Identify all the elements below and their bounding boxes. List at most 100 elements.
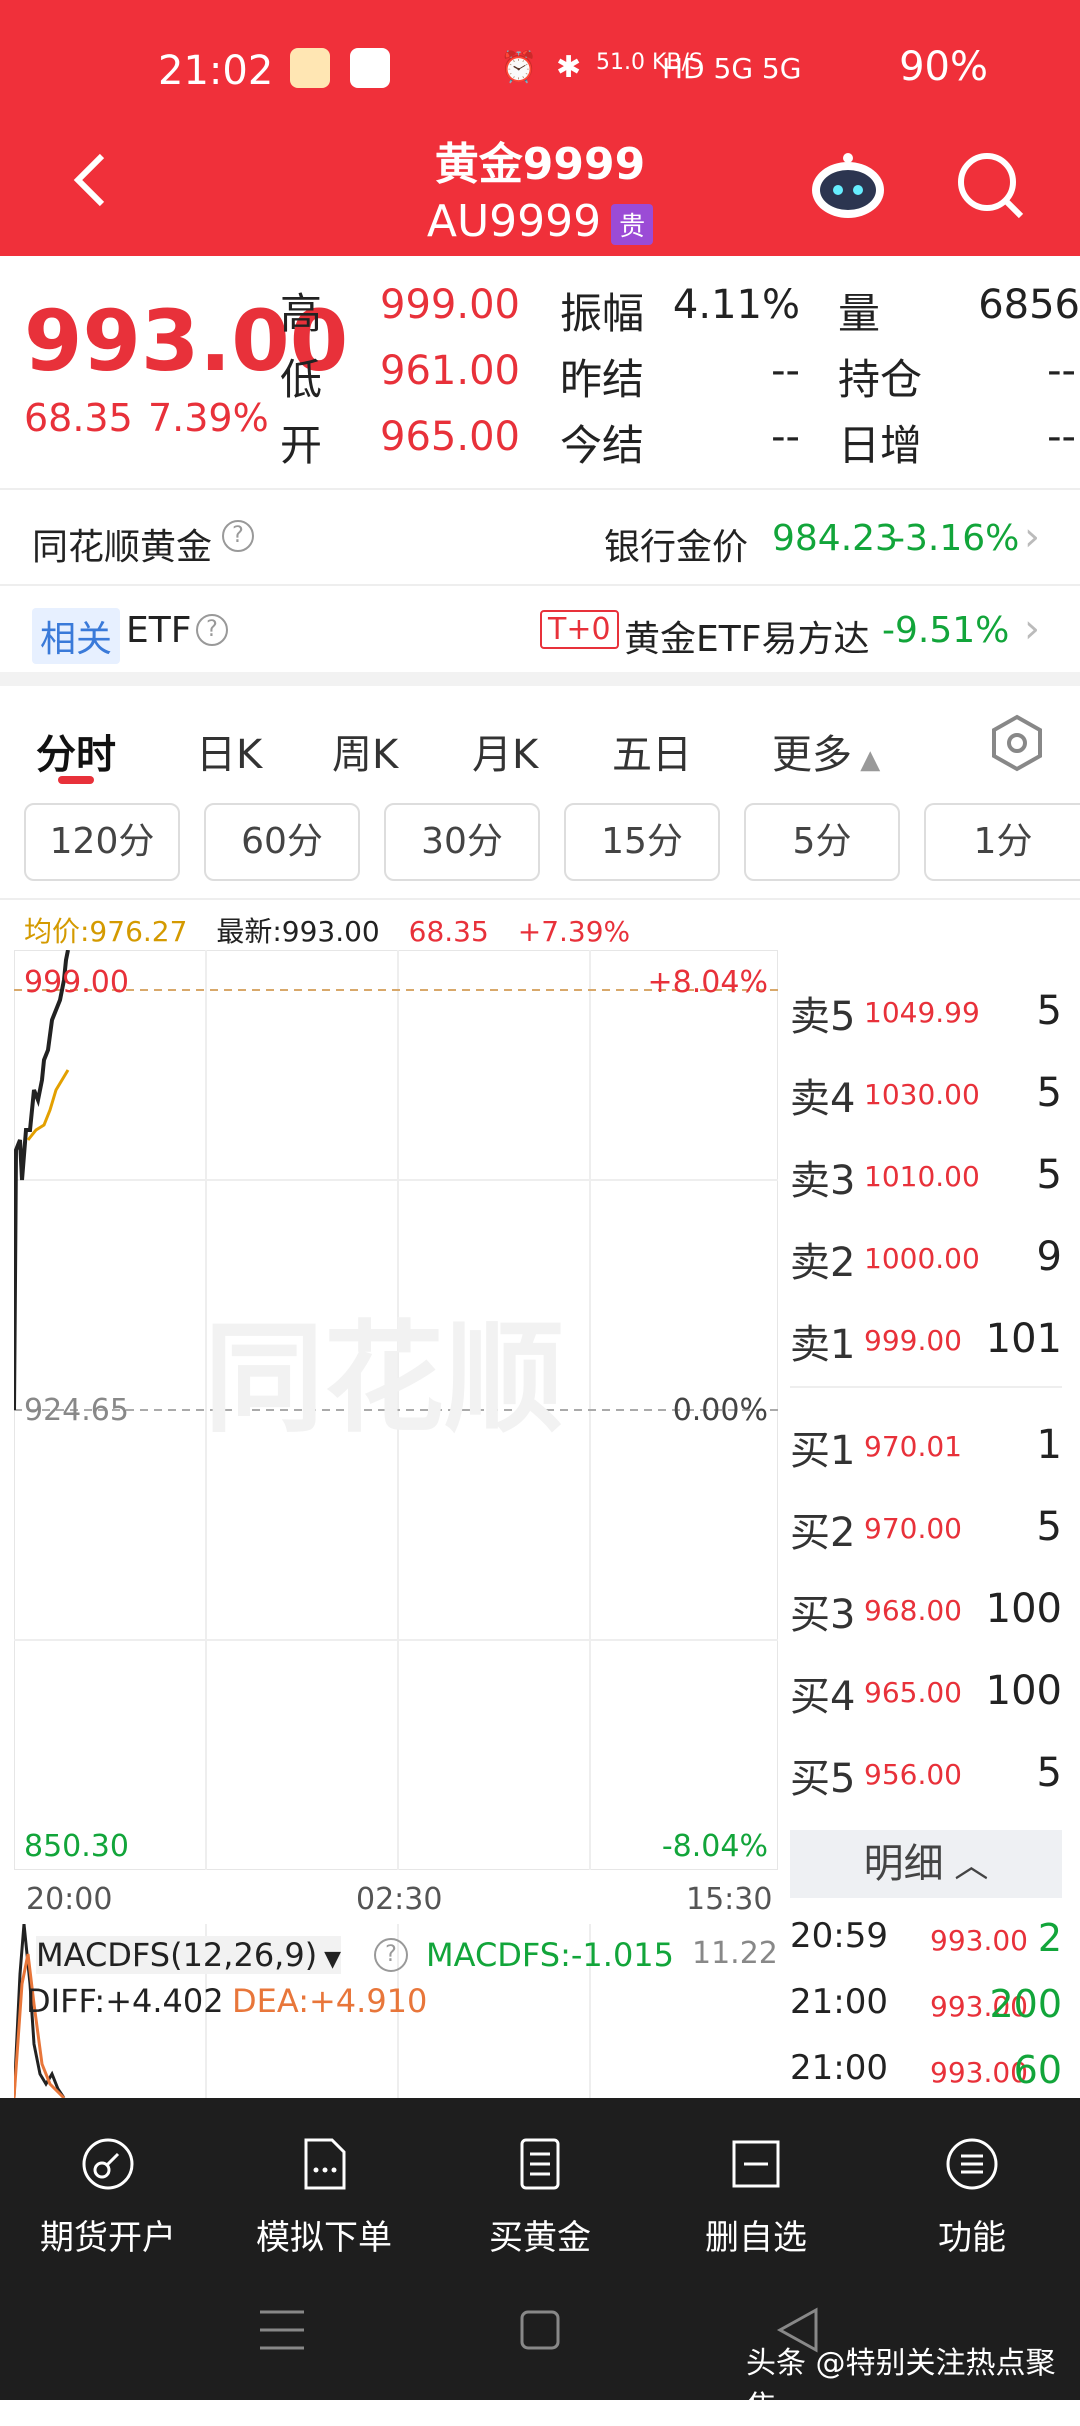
period-30[interactable]: 30分 xyxy=(384,803,540,881)
bid-volume: 5 xyxy=(1036,1504,1062,1550)
day-increase-label: 日增 xyxy=(838,421,923,470)
help-icon[interactable]: ? xyxy=(196,614,228,646)
chart-info-line: 均价:976.27 最新:993.00 68.35 +7.39% xyxy=(24,910,630,950)
tab-monthly-k[interactable]: 月K xyxy=(472,722,538,780)
ask-5[interactable]: 卖5 1049.99 5 xyxy=(790,970,1070,1050)
orderbook-divider xyxy=(790,1386,1062,1388)
low-label: 低 xyxy=(280,355,323,404)
ask-price: 1010.00 xyxy=(864,1160,980,1193)
section-gap xyxy=(0,672,1080,686)
source-watermark: 头条 @特别关注热点聚焦 xyxy=(746,2346,1056,2425)
futures-account-button[interactable]: 期货开户 xyxy=(0,2118,216,2278)
period-15[interactable]: 15分 xyxy=(564,803,720,881)
period-120[interactable]: 120分 xyxy=(24,803,180,881)
intraday-chart[interactable]: 同花顺 999.00 +8.04% 924.65 0.00% 850.30 -8… xyxy=(14,950,778,1870)
etf-row[interactable]: 相关 ETF ? T+0 黄金ETF易方达 -9.51% › xyxy=(0,584,1080,676)
remove-square-icon xyxy=(732,2140,780,2188)
bid-4[interactable]: 买4 965.00 100 xyxy=(790,1650,1070,1730)
bid-label: 买5 xyxy=(790,1756,856,1802)
signal-icons: HD 5G 5G xyxy=(662,52,802,85)
tick-time: 20:59 xyxy=(790,1916,888,1956)
ask-volume: 5 xyxy=(1036,988,1062,1034)
bank-gold-price: 984.23 xyxy=(772,518,898,559)
functions-button[interactable]: 功能 xyxy=(864,2118,1080,2278)
bid-2[interactable]: 买2 970.00 5 xyxy=(790,1486,1070,1566)
status-bar: 21:02 ⏰ ✱ 51.0 KB/S HD 5G 5G 90% xyxy=(0,44,1080,104)
tick-volume: 60 xyxy=(1013,2048,1062,2092)
open-value: 965.00 xyxy=(380,414,520,460)
chart-top-price: 999.00 xyxy=(24,965,129,1000)
chart-bottom-price: 850.30 xyxy=(24,1829,129,1864)
ask-4[interactable]: 卖4 1030.00 5 xyxy=(790,1052,1070,1132)
macd-top-value: 11.22 xyxy=(692,1936,778,1971)
prev-settle-value: -- xyxy=(771,348,800,394)
assistant-robot-icon[interactable] xyxy=(808,150,888,220)
today-settle-value: -- xyxy=(771,414,800,460)
bid-volume: 1 xyxy=(1036,1422,1062,1468)
day-increase-value: -- xyxy=(1047,414,1076,460)
list-document-icon xyxy=(520,2138,560,2190)
macd-value: MACDFS:-1.015 xyxy=(426,1936,675,1974)
bid-1[interactable]: 买1 970.01 1 xyxy=(790,1404,1070,1484)
dropdown-triangle-icon: ▼ xyxy=(317,1947,342,1972)
bid-volume: 100 xyxy=(985,1668,1062,1714)
tab-five-day[interactable]: 五日 xyxy=(612,722,692,780)
amplitude-value: 4.11% xyxy=(672,282,800,328)
category-tag: 贵 xyxy=(611,203,654,245)
nav-label: 期货开户 xyxy=(40,2218,176,2258)
active-tab-indicator xyxy=(58,776,94,784)
bid-price: 968.00 xyxy=(864,1594,962,1627)
tab-weekly-k[interactable]: 周K xyxy=(332,722,398,780)
simulate-order-button[interactable]: 模拟下单 xyxy=(216,2118,432,2278)
ask-1[interactable]: 卖1 999.00 101 xyxy=(790,1298,1070,1378)
chart-tabs: 分时 日K 周K 月K 五日 更多 ▲ xyxy=(0,686,1080,796)
tab-timeshare[interactable]: 分时 xyxy=(36,722,116,780)
bid-5[interactable]: 买5 956.00 5 xyxy=(790,1732,1070,1812)
ask-volume: 9 xyxy=(1036,1234,1062,1280)
high-value: 999.00 xyxy=(380,282,520,328)
ask-2[interactable]: 卖2 1000.00 9 xyxy=(790,1216,1070,1296)
ask-label: 卖3 xyxy=(790,1158,856,1204)
help-icon[interactable]: ? xyxy=(222,520,254,552)
bank-gold-row[interactable]: 同花顺黄金 ? 银行金价 984.23 -3.16% › xyxy=(0,492,1080,584)
system-home-icon[interactable] xyxy=(510,2300,570,2360)
avg-price: 均价:976.27 xyxy=(24,915,188,948)
bluetooth-icon: ✱ xyxy=(556,50,582,85)
ask-volume: 101 xyxy=(985,1316,1062,1362)
search-icon[interactable] xyxy=(955,150,1025,220)
period-5[interactable]: 5分 xyxy=(744,803,900,881)
tab-daily-k[interactable]: 日K xyxy=(196,722,262,780)
ask-3[interactable]: 卖3 1010.00 5 xyxy=(790,1134,1070,1214)
system-menu-icon[interactable] xyxy=(252,2300,312,2360)
trade-tick: 21:00 993.00 60 xyxy=(790,2038,1062,2094)
trade-tick: 21:00 993.00 200 xyxy=(790,1972,1062,2038)
chevron-right-icon: › xyxy=(1024,606,1040,652)
etf-fund-name: 黄金ETF易方达 xyxy=(624,619,870,660)
tab-more[interactable]: 更多 ▲ xyxy=(772,722,880,780)
menu-circle-icon xyxy=(946,2138,998,2190)
settings-hexagon-icon[interactable] xyxy=(988,714,1046,772)
price-change-pct: 7.39% xyxy=(148,396,269,440)
bid-price: 970.00 xyxy=(864,1512,962,1545)
instrument-code: AU9999 xyxy=(426,196,602,247)
remove-watchlist-button[interactable]: 删自选 xyxy=(648,2118,864,2278)
ask-price: 1049.99 xyxy=(864,996,980,1029)
quote-panel: 993.00 68.35 7.39% 高 999.00 低 961.00 开 9… xyxy=(0,256,1080,486)
ask-label: 卖2 xyxy=(790,1240,856,1286)
period-60[interactable]: 60分 xyxy=(204,803,360,881)
help-icon[interactable]: ? xyxy=(374,1938,408,1972)
bid-price: 956.00 xyxy=(864,1758,962,1791)
open-label: 开 xyxy=(280,421,323,470)
detail-toggle[interactable]: 明细 ︿ xyxy=(790,1830,1062,1898)
prev-settle-label: 昨结 xyxy=(560,355,645,404)
bid-price: 970.01 xyxy=(864,1430,962,1463)
tick-volume: 2 xyxy=(1037,1916,1062,1960)
nav-label: 买黄金 xyxy=(489,2218,591,2258)
buy-gold-button[interactable]: 买黄金 xyxy=(432,2118,648,2278)
ask-label: 卖4 xyxy=(790,1076,856,1122)
macd-selector[interactable]: MACDFS(12,26,9) ▼ xyxy=(36,1936,342,1974)
time-start: 20:00 xyxy=(26,1882,113,1917)
period-1[interactable]: 1分 xyxy=(924,803,1080,881)
bid-3[interactable]: 买3 968.00 100 xyxy=(790,1568,1070,1648)
account-icon xyxy=(82,2138,134,2190)
